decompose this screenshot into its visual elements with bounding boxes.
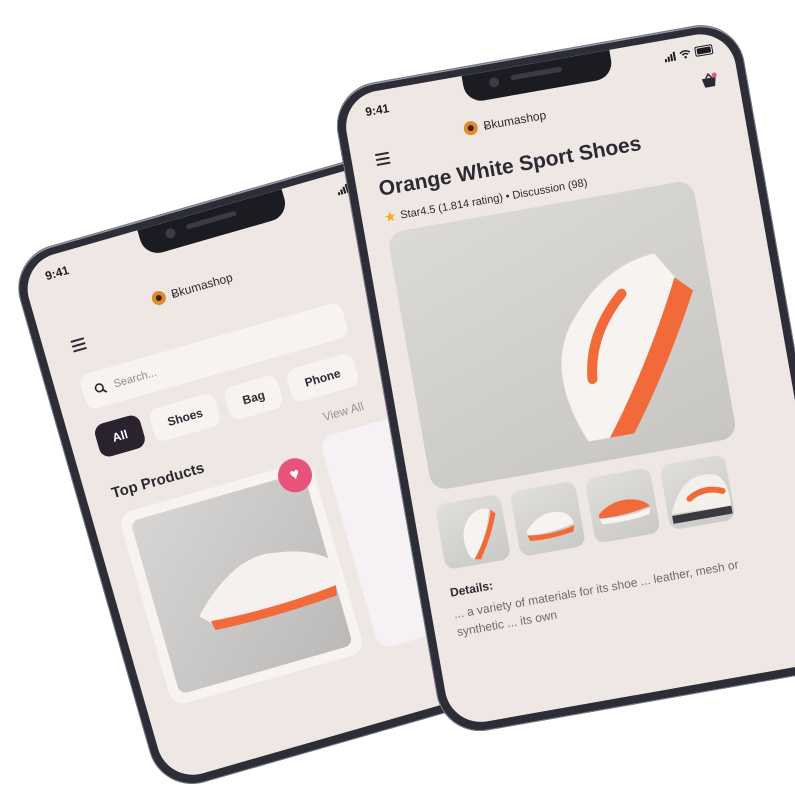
chip-phone[interactable]: Phone — [284, 352, 361, 404]
menu-icon[interactable] — [70, 337, 88, 355]
brand-name: Ƀkumashop — [482, 107, 548, 133]
signal-icon — [664, 51, 677, 63]
wifi-icon — [679, 49, 691, 58]
thumbnail-2[interactable] — [509, 480, 586, 557]
bear-logo-icon — [150, 289, 168, 307]
shoe-thumb-icon — [463, 508, 496, 560]
product-image — [130, 471, 354, 695]
view-all-link[interactable]: View All — [321, 399, 365, 424]
thumbnail-1[interactable] — [434, 493, 512, 571]
status-time: 9:41 — [364, 101, 391, 120]
product-card[interactable] — [117, 459, 366, 707]
notch — [461, 49, 614, 104]
status-icons — [664, 44, 714, 63]
brand-logo: Ƀkumashop — [462, 107, 548, 137]
chip-bag[interactable]: Bag — [222, 373, 285, 422]
notch — [136, 189, 289, 258]
menu-icon[interactable] — [374, 151, 391, 169]
thumbnail-4[interactable] — [659, 454, 736, 531]
shoe-image — [560, 252, 694, 444]
status-time: 9:41 — [43, 263, 71, 284]
brand-name: Ƀkumashop — [169, 270, 235, 302]
brand-logo: Ƀkumashop — [150, 270, 235, 307]
thumbnail-3[interactable] — [584, 467, 661, 544]
shoe-thumb-icon — [598, 499, 651, 525]
product-hero-image — [386, 179, 738, 492]
star-icon: ★ — [382, 207, 398, 226]
battery-icon — [694, 44, 714, 57]
chip-all[interactable]: All — [92, 413, 148, 459]
shoe-thumb-icon — [671, 474, 733, 524]
details-text: ... a variety of materials for its shoe … — [452, 557, 740, 640]
bear-logo-icon — [462, 120, 479, 137]
search-placeholder: Search... — [112, 366, 159, 391]
search-icon — [94, 383, 108, 393]
chip-shoes[interactable]: Shoes — [147, 391, 223, 444]
details-label: Details: — [448, 578, 495, 600]
shoe-image — [199, 551, 341, 631]
shoe-thumb-icon — [526, 511, 575, 542]
cart-icon[interactable] — [699, 72, 720, 96]
